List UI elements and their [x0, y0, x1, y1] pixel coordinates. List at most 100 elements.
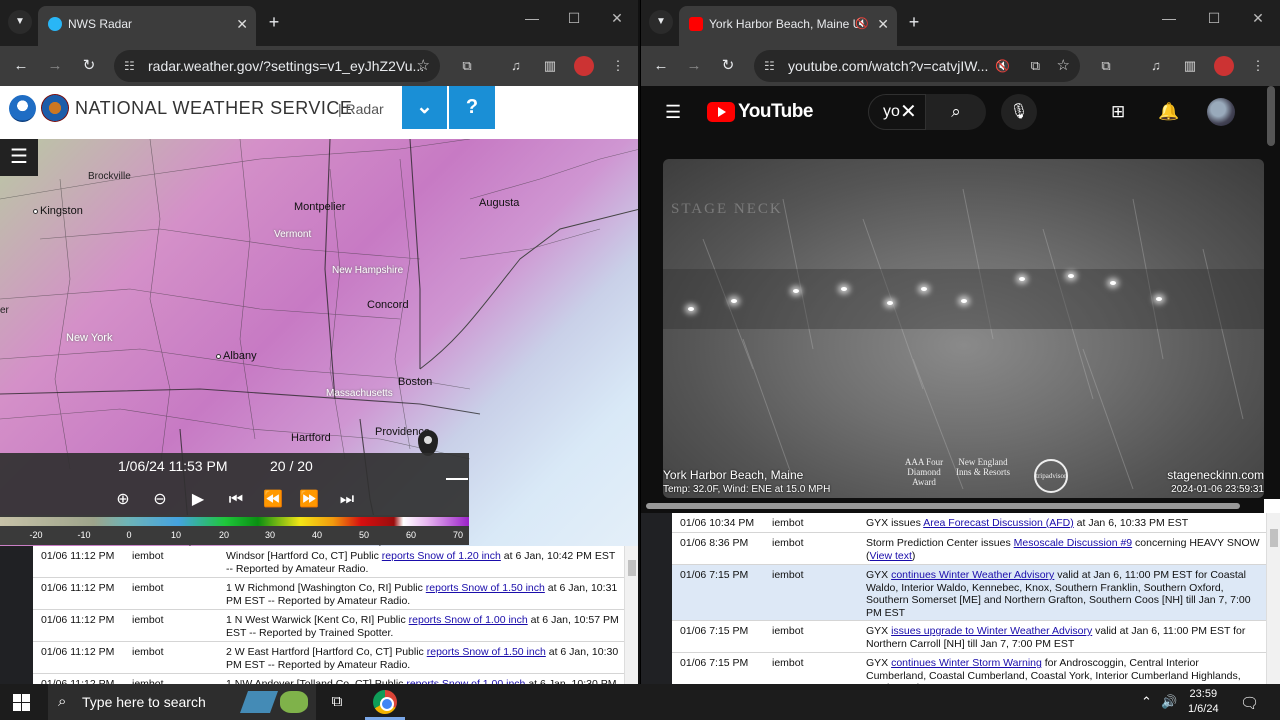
close-tab-icon[interactable]: ✕ — [236, 6, 248, 42]
youtube-logo-icon[interactable] — [707, 102, 735, 122]
map-label-new-hampshire: New Hampshire — [332, 265, 404, 276]
avatar[interactable] — [1207, 98, 1235, 126]
event-link[interactable]: reports Snow of 1.50 inch — [427, 646, 546, 658]
create-video-icon[interactable]: ⊞ — [1111, 102, 1125, 122]
extensions-icon[interactable]: ⧉ — [1096, 56, 1116, 76]
media-control-icon[interactable]: ♫ — [506, 56, 526, 76]
step-forward-icon[interactable]: ⏩ — [298, 491, 320, 509]
side-panel-icon[interactable]: ▥ — [1180, 56, 1200, 76]
bookmark-star-icon[interactable]: ☆ — [1057, 50, 1070, 82]
tab-title: NWS Radar — [68, 17, 133, 31]
clear-search-icon[interactable]: ✕ — [900, 99, 917, 124]
event-link[interactable]: Mesoscale Discussion #9 — [1014, 537, 1132, 549]
address-bar[interactable]: ☷ youtube.com/watch?v=catvjIW... 🔇 ⧉ ☆ — [754, 50, 1080, 82]
clock-date: 1/6/24 — [1188, 703, 1219, 715]
step-back-icon[interactable]: ⏪ — [262, 491, 284, 509]
hartford-text: Hartford — [291, 432, 331, 444]
table-row: 01/06 7:15 PM iembot GYX continues Winter … — [672, 565, 1280, 621]
back-button[interactable]: ← — [650, 55, 672, 77]
help-button[interactable]: ? — [449, 86, 495, 129]
event-time: 01/06 11:12 PM — [41, 582, 115, 594]
maximize-button[interactable]: ☐ — [1204, 10, 1224, 27]
maximize-button[interactable]: ☐ — [564, 10, 584, 27]
progress-track[interactable] — [646, 503, 1240, 509]
video-player[interactable]: STAGE NECK AAA Four Diamond Award New En… — [663, 159, 1264, 498]
radar-map[interactable]: ☰ Brockville Kingston Montpelier Vermont… — [0, 139, 638, 546]
reload-button[interactable]: ↻ — [717, 55, 739, 77]
notifications-bell-icon[interactable]: 🔔 — [1158, 102, 1179, 122]
search-icon[interactable]: ⌕ — [926, 94, 986, 130]
extensions-icon[interactable]: ⧉ — [457, 56, 477, 76]
microphone-icon[interactable]: 🎙 — [1001, 94, 1037, 130]
reload-button[interactable]: ↻ — [78, 55, 100, 77]
event-time: 01/06 7:15 PM — [680, 657, 749, 669]
montpelier-text: Montpelier — [294, 201, 346, 213]
notifications-icon[interactable]: 🗨 — [1240, 694, 1259, 712]
event-link[interactable]: View text — [870, 550, 912, 562]
windows-start-icon[interactable] — [13, 694, 30, 711]
zoom-out-icon[interactable]: ⊖ — [149, 491, 171, 509]
minimize-button[interactable]: — — [522, 10, 542, 26]
profile-avatar[interactable] — [574, 56, 594, 76]
muted-audio-icon[interactable]: 🔇 — [855, 6, 869, 42]
site-info-icon[interactable]: ☷ — [124, 50, 135, 82]
forward-button[interactable]: → — [44, 55, 66, 77]
address-bar[interactable]: ☷ radar.weather.gov/?settings=v1_eyJhZ2V… — [114, 50, 440, 82]
hamburger-menu-icon[interactable]: ☰ — [665, 102, 681, 123]
browser-menu-icon[interactable]: ⋮ — [1248, 56, 1268, 76]
close-tab-icon[interactable]: ✕ — [877, 6, 889, 42]
new-tab-button[interactable]: + — [263, 11, 285, 33]
chevron-down-icon[interactable]: ⌄ — [402, 86, 448, 129]
taskbar-clock[interactable]: 23:59 1/6/24 — [1188, 687, 1219, 717]
close-window-button[interactable]: ✕ — [1248, 10, 1268, 27]
event-link[interactable]: continues Winter Weather Advisory — [891, 569, 1054, 581]
event-link[interactable]: reports Snow of 1.50 inch — [426, 582, 545, 594]
clock-time: 23:59 — [1189, 688, 1218, 700]
first-frame-icon[interactable]: ⏮ — [225, 491, 247, 509]
map-menu-button[interactable]: ☰ — [0, 139, 38, 176]
events-scrollbar[interactable] — [624, 546, 638, 684]
open-in-app-icon[interactable]: ⧉ — [1031, 50, 1040, 82]
map-label-new-york: New York — [66, 332, 113, 344]
events-scrollbar[interactable] — [1266, 513, 1280, 684]
back-button[interactable]: ← — [10, 55, 32, 77]
aaa-award-logo: AAA Four Diamond Award — [904, 457, 944, 487]
site-info-icon[interactable]: ☷ — [764, 50, 775, 82]
close-window-button[interactable]: ✕ — [607, 10, 627, 27]
chrome-taskbar-icon[interactable] — [373, 690, 397, 714]
event-link[interactable]: reports Snow of 1.20 inch — [382, 550, 501, 562]
forward-button[interactable]: → — [683, 55, 705, 77]
volume-icon[interactable]: 🔊 — [1161, 694, 1177, 710]
tab-search-button[interactable]: ▼ — [649, 10, 673, 34]
shore-light — [731, 299, 737, 303]
browser-menu-icon[interactable]: ⋮ — [608, 56, 628, 76]
minimize-button[interactable]: — — [1159, 10, 1179, 26]
url-text: radar.weather.gov/?settings=v1_eyJhZ2Vu.… — [148, 58, 425, 74]
concord-text: Concord — [367, 299, 409, 311]
youtube-page: ☰ YouTube yo ✕ ⌕ 🎙 ⊞ 🔔 STAGE NECK AAA Fo… — [641, 86, 1280, 513]
new-tab-button[interactable]: + — [903, 11, 925, 33]
event-link[interactable]: Area Forecast Discussion (AFD) — [923, 517, 1074, 529]
event-link[interactable]: continues Winter Storm Warning — [891, 657, 1042, 669]
zoom-in-icon[interactable]: ⊕ — [112, 491, 134, 509]
search-input[interactable]: yo — [868, 94, 926, 130]
tray-chevron-icon[interactable]: ⌃ — [1141, 694, 1152, 710]
tab-nws-radar[interactable]: NWS Radar ✕ — [38, 6, 256, 46]
page-scrollbar[interactable] — [1267, 86, 1275, 146]
event-link[interactable]: reports Snow of 1.00 inch — [409, 614, 528, 626]
profile-avatar[interactable] — [1214, 56, 1234, 76]
media-control-icon[interactable]: ♫ — [1146, 56, 1166, 76]
bookmark-star-icon[interactable]: ☆ — [417, 50, 430, 82]
tab-strip: ▼ NWS Radar ✕ + — ☐ ✕ — [0, 0, 638, 46]
mute-site-icon[interactable]: 🔇 — [995, 50, 1010, 82]
last-frame-icon[interactable]: ⏭ — [336, 491, 358, 509]
event-link[interactable]: issues upgrade to Winter Weather Advisor… — [891, 625, 1092, 637]
youtube-wordmark[interactable]: YouTube — [738, 101, 813, 123]
side-panel-icon[interactable]: ▥ — [540, 56, 560, 76]
task-view-icon[interactable]: ⧉ — [325, 690, 349, 714]
tab-search-button[interactable]: ▼ — [8, 10, 32, 34]
video-progress-bar[interactable] — [641, 499, 1280, 513]
taskbar-search-box[interactable]: ⌕ Type here to search — [48, 684, 316, 720]
play-icon[interactable]: ▶ — [187, 491, 209, 509]
tab-youtube[interactable]: York Harbor Beach, Maine U 🔇 ✕ — [679, 6, 897, 46]
